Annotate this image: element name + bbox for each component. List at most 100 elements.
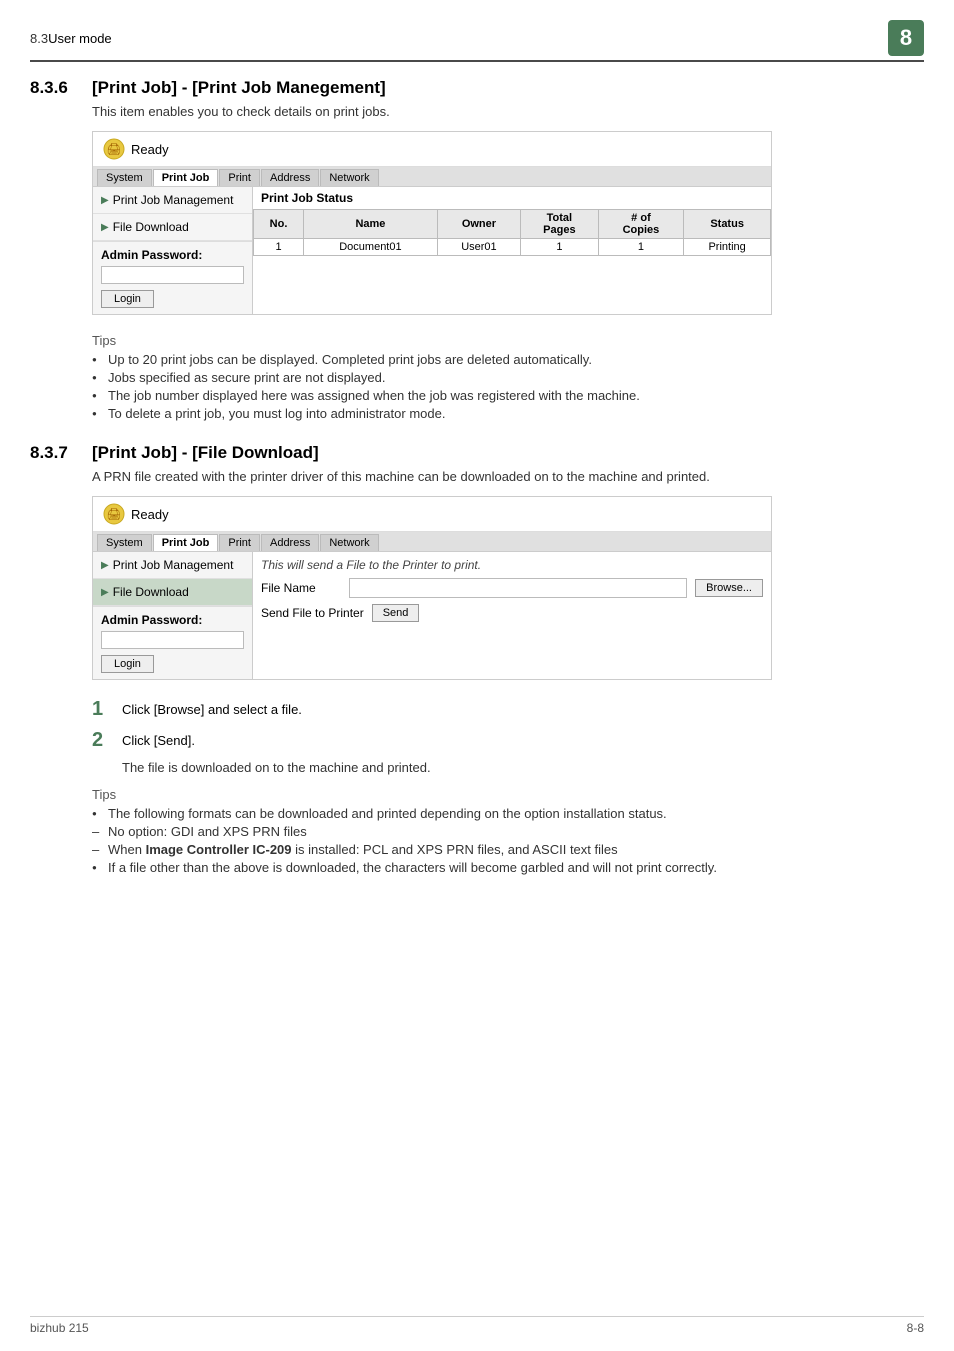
nav-tab-printjob-2[interactable]: Print Job bbox=[153, 534, 219, 551]
header-section: 8.3 bbox=[30, 31, 48, 46]
section-836-desc: This item enables you to check details o… bbox=[92, 104, 924, 119]
printer-body-1: ▶ Print Job Management ▶ File Download A… bbox=[93, 187, 771, 314]
sidebar-label-printjob-2: Print Job Management bbox=[113, 558, 234, 572]
tip-1-item-4: To delete a print job, you must log into… bbox=[92, 406, 924, 421]
steps-section: 1 Click [Browse] and select a file. 2 Cl… bbox=[92, 698, 924, 775]
chapter-badge: 8 bbox=[888, 20, 924, 56]
section-836-title: [Print Job] - [Print Job Manegement] bbox=[92, 78, 386, 98]
file-name-row: File Name Browse... bbox=[261, 578, 763, 598]
section-836-heading: 8.3.6 [Print Job] - [Print Job Manegemen… bbox=[30, 78, 924, 98]
sidebar-item-printjob-2[interactable]: ▶ Print Job Management bbox=[93, 552, 252, 579]
cell-name: Document01 bbox=[304, 239, 438, 256]
step-2-num: 2 bbox=[92, 729, 112, 752]
tip-1-item-3: The job number displayed here was assign… bbox=[92, 388, 924, 403]
browse-button[interactable]: Browse... bbox=[695, 579, 763, 597]
step-2-sub: The file is downloaded on to the machine… bbox=[122, 760, 924, 775]
tip-1-item-1: Up to 20 print jobs can be displayed. Co… bbox=[92, 352, 924, 367]
col-owner: Owner bbox=[437, 210, 520, 239]
file-name-input[interactable] bbox=[349, 578, 687, 598]
sidebar-item-filedownload-2[interactable]: ▶ File Download bbox=[93, 579, 252, 606]
arrow-icon-2: ▶ bbox=[101, 222, 109, 233]
printer-ui-1: 🖨 Ready System Print Job Print Address N… bbox=[92, 131, 772, 315]
section-836-num: 8.3.6 bbox=[30, 78, 80, 98]
printer-nav-2[interactable]: System Print Job Print Address Network bbox=[93, 532, 771, 552]
nav-tab-address-1[interactable]: Address bbox=[261, 169, 319, 186]
tip-2-item-3: When Image Controller IC-209 is installe… bbox=[92, 842, 924, 857]
login-button-2[interactable]: Login bbox=[101, 655, 154, 673]
tip-2-item-2: No option: GDI and XPS PRN files bbox=[92, 824, 924, 839]
printer-status-2: Ready bbox=[131, 507, 169, 522]
sidebar-label-filedownload-1: File Download bbox=[113, 220, 189, 234]
footer-product: bizhub 215 bbox=[30, 1321, 89, 1335]
section-837-heading: 8.3.7 [Print Job] - [File Download] bbox=[30, 443, 924, 463]
arrow-icon-4: ▶ bbox=[101, 587, 109, 598]
nav-tab-system-1[interactable]: System bbox=[97, 169, 152, 186]
file-download-note: This will send a File to the Printer to … bbox=[261, 558, 763, 572]
printer-ui-2: 🖨 Ready System Print Job Print Address N… bbox=[92, 496, 772, 680]
sidebar-label-printjob-1: Print Job Management bbox=[113, 193, 234, 207]
printer-nav-1[interactable]: System Print Job Print Address Network bbox=[93, 167, 771, 187]
section-837-title: [Print Job] - [File Download] bbox=[92, 443, 319, 463]
step-2: 2 Click [Send]. bbox=[92, 729, 924, 752]
step-1: 1 Click [Browse] and select a file. bbox=[92, 698, 924, 721]
svg-text:🖨: 🖨 bbox=[106, 507, 121, 521]
step-2-text: Click [Send]. bbox=[122, 729, 195, 748]
send-file-label: Send File to Printer bbox=[261, 606, 364, 620]
tip-2-item-1: The following formats can be downloaded … bbox=[92, 806, 924, 821]
col-copies: # ofCopies bbox=[598, 210, 684, 239]
file-download-content: This will send a File to the Printer to … bbox=[253, 552, 771, 634]
send-file-row: Send File to Printer Send bbox=[261, 604, 763, 622]
login-button-1[interactable]: Login bbox=[101, 290, 154, 308]
nav-tab-address-2[interactable]: Address bbox=[261, 534, 319, 551]
step-1-num: 1 bbox=[92, 698, 112, 721]
cell-total: 1 bbox=[521, 239, 599, 256]
col-name: Name bbox=[304, 210, 438, 239]
col-total-pages: TotalPages bbox=[521, 210, 599, 239]
section-837-num: 8.3.7 bbox=[30, 443, 80, 463]
cell-copies: 1 bbox=[598, 239, 684, 256]
sidebar-item-filedownload-1[interactable]: ▶ File Download bbox=[93, 214, 252, 241]
tip-1-item-2: Jobs specified as secure print are not d… bbox=[92, 370, 924, 385]
printer-header-2: 🖨 Ready bbox=[93, 497, 771, 532]
printer-sidebar-1: ▶ Print Job Management ▶ File Download A… bbox=[93, 187, 253, 314]
tips-1: Tips Up to 20 print jobs can be displaye… bbox=[30, 333, 924, 421]
printer-content-2: This will send a File to the Printer to … bbox=[253, 552, 771, 679]
admin-label-1: Admin Password: bbox=[101, 248, 244, 262]
footer-page: 8-8 bbox=[907, 1321, 924, 1335]
tips-2: Tips The following formats can be downlo… bbox=[30, 787, 924, 875]
header-section-label: User mode bbox=[48, 31, 112, 46]
printer-sidebar-2: ▶ Print Job Management ▶ File Download A… bbox=[93, 552, 253, 679]
cell-no: 1 bbox=[254, 239, 304, 256]
arrow-icon-3: ▶ bbox=[101, 560, 109, 571]
admin-label-2: Admin Password: bbox=[101, 613, 244, 627]
arrow-icon-1: ▶ bbox=[101, 195, 109, 206]
nav-tab-print-2[interactable]: Print bbox=[219, 534, 260, 551]
nav-tab-printjob-1[interactable]: Print Job bbox=[153, 169, 219, 186]
cell-status: Printing bbox=[684, 239, 771, 256]
page-footer: bizhub 215 8-8 bbox=[30, 1316, 924, 1335]
send-button[interactable]: Send bbox=[372, 604, 420, 622]
file-name-label: File Name bbox=[261, 581, 341, 595]
sidebar-item-printjob-1[interactable]: ▶ Print Job Management bbox=[93, 187, 252, 214]
tips-1-list: Up to 20 print jobs can be displayed. Co… bbox=[92, 352, 924, 421]
cell-owner: User01 bbox=[437, 239, 520, 256]
printer-body-2: ▶ Print Job Management ▶ File Download A… bbox=[93, 552, 771, 679]
admin-section-2: Admin Password: Login bbox=[93, 606, 252, 679]
print-job-table: No. Name Owner TotalPages # ofCopies Sta… bbox=[253, 209, 771, 256]
sidebar-label-filedownload-2: File Download bbox=[113, 585, 189, 599]
nav-tab-system-2[interactable]: System bbox=[97, 534, 152, 551]
printer-logo-icon-2: 🖨 bbox=[103, 503, 125, 525]
tips-2-title: Tips bbox=[92, 787, 924, 802]
nav-tab-network-1[interactable]: Network bbox=[320, 169, 378, 186]
tips-1-title: Tips bbox=[92, 333, 924, 348]
nav-tab-print-1[interactable]: Print bbox=[219, 169, 260, 186]
section-837-desc: A PRN file created with the printer driv… bbox=[92, 469, 924, 484]
printer-status-1: Ready bbox=[131, 142, 169, 157]
col-no: No. bbox=[254, 210, 304, 239]
step-1-text: Click [Browse] and select a file. bbox=[122, 698, 302, 717]
nav-tab-network-2[interactable]: Network bbox=[320, 534, 378, 551]
admin-section-1: Admin Password: Login bbox=[93, 241, 252, 314]
col-status: Status bbox=[684, 210, 771, 239]
printer-header-1: 🖨 Ready bbox=[93, 132, 771, 167]
tips-2-list: The following formats can be downloaded … bbox=[92, 806, 924, 875]
